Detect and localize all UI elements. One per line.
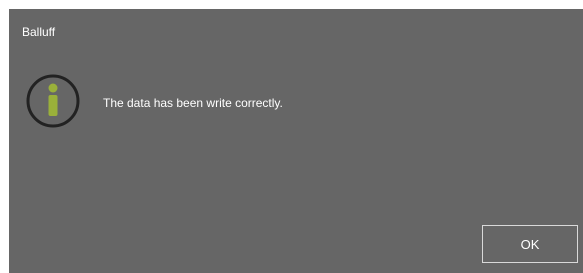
dialog-title: Balluff [22, 25, 56, 39]
info-icon [25, 73, 81, 129]
dialog-message: The data has been write correctly. [103, 96, 283, 110]
ok-button[interactable]: OK [482, 225, 578, 263]
message-dialog: Balluff The data has been write correctl… [9, 9, 583, 273]
